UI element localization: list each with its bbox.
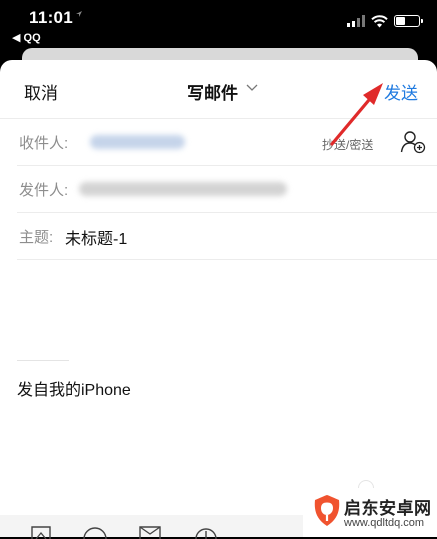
battery-level xyxy=(396,17,405,25)
cancel-button[interactable]: 取消 xyxy=(24,79,58,104)
sender-field[interactable]: 发件人: xyxy=(17,166,437,213)
subject-label: 主题: xyxy=(19,229,54,246)
status-time: 11:01 xyxy=(29,8,74,27)
recipient-value-redacted xyxy=(90,135,185,149)
email-signature[interactable]: 发自我的iPhone xyxy=(17,376,131,400)
recipient-label: 收件人: xyxy=(19,135,69,152)
subject-input[interactable]: 未标题-1 xyxy=(65,225,127,249)
sender-label: 发件人: xyxy=(19,182,69,199)
signature-divider xyxy=(17,360,69,361)
wifi-icon xyxy=(371,14,388,27)
sender-value-redacted xyxy=(79,182,287,196)
watermark: 启东安卓网 www.qdltdq.com xyxy=(303,488,437,537)
annotation-arrow-icon xyxy=(330,83,383,146)
compose-title[interactable]: 写邮件 xyxy=(187,79,238,104)
subject-field[interactable]: 主题: 未标题-1 xyxy=(17,213,437,260)
back-to-app-link[interactable]: ◀ QQ xyxy=(12,31,41,44)
add-contact-icon[interactable] xyxy=(400,130,426,154)
status-icons xyxy=(347,12,423,30)
send-button[interactable]: 发送 xyxy=(384,79,418,104)
watermark-logo-icon xyxy=(314,495,340,526)
watermark-title: 启东安卓网 xyxy=(344,499,432,518)
battery-icon xyxy=(394,15,423,27)
signal-icon xyxy=(347,15,365,27)
location-icon xyxy=(76,11,82,17)
chevron-down-icon[interactable] xyxy=(246,84,258,92)
watermark-url: www.qdltdq.com xyxy=(344,517,425,529)
